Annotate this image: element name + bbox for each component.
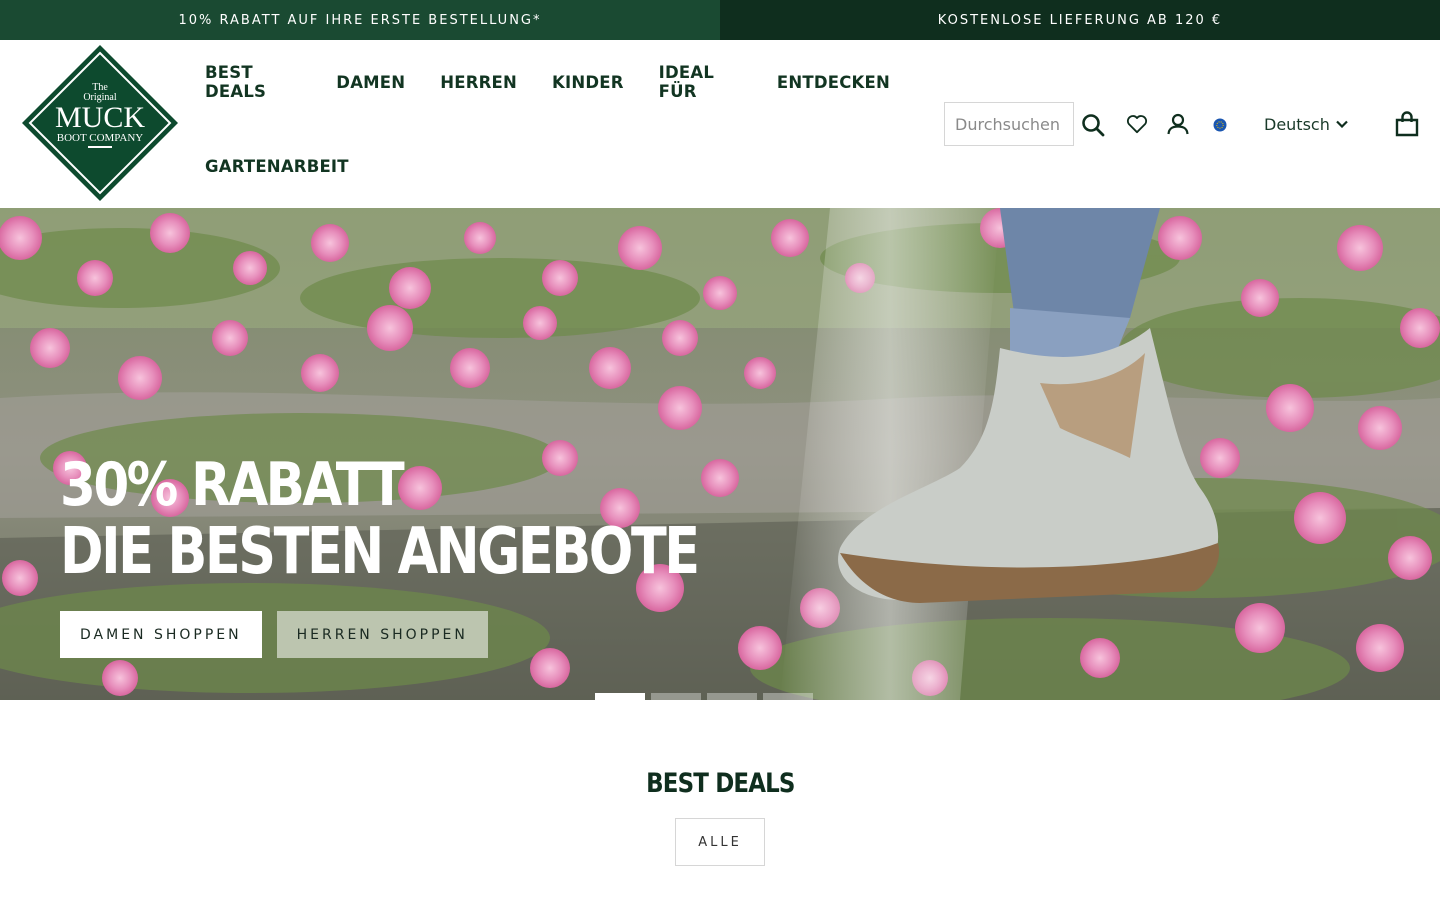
slider-dot-1[interactable]: [595, 693, 645, 700]
slider-dot-3[interactable]: [707, 693, 757, 700]
slider-dots: [595, 693, 819, 700]
hero-headline-line1: 30% RABATT: [60, 450, 405, 520]
header-tools: Deutsch: [944, 102, 1419, 146]
announcement-shipping[interactable]: KOSTENLOSE LIEFERUNG AB 120 €: [720, 0, 1440, 40]
nav-ideal-fuer[interactable]: IDEAL FÜR: [659, 63, 742, 101]
nav-kinder[interactable]: KINDER: [552, 73, 624, 92]
announcement-discount[interactable]: 10% RABATT AUF IHRE ERSTE BESTELLUNG*: [0, 0, 720, 40]
main-nav-row-1: BEST DEALS DAMEN HERREN KINDER IDEAL FÜR…: [205, 40, 925, 124]
logo-text-muck: MUCK: [55, 101, 145, 134]
announcement-bar: 10% RABATT AUF IHRE ERSTE BESTELLUNG* KO…: [0, 0, 1440, 40]
nav-damen[interactable]: DAMEN: [336, 73, 405, 92]
best-deals-title: BEST DEALS: [0, 768, 1440, 799]
main-nav: BEST DEALS DAMEN HERREN KINDER IDEAL FÜR…: [205, 40, 925, 208]
nav-gartenarbeit[interactable]: GARTENARBEIT: [205, 157, 349, 176]
hero-buttons: DAMEN SHOPPEN HERREN SHOPPEN: [60, 611, 503, 658]
slider-dot-2[interactable]: [651, 693, 701, 700]
search-icon[interactable]: [1080, 112, 1106, 138]
nav-entdecken[interactable]: ENTDECKEN: [777, 73, 890, 92]
heart-icon[interactable]: [1125, 113, 1149, 135]
language-selector[interactable]: Deutsch: [1264, 102, 1348, 146]
hero-headline: 30% RABATT DIE BESTEN ANGEBOTE: [60, 452, 838, 586]
shop-men-button[interactable]: HERREN SHOPPEN: [276, 611, 488, 658]
cart-icon[interactable]: [1394, 110, 1420, 138]
logo-text-boot-company: BOOT COMPANY: [57, 132, 144, 144]
filter-all-button[interactable]: ALLE: [675, 818, 765, 866]
slider-dot-4[interactable]: [763, 693, 813, 700]
nav-best-deals[interactable]: BEST DEALS: [205, 63, 301, 101]
shop-women-button[interactable]: DAMEN SHOPPEN: [60, 611, 262, 658]
site-header: The Original MUCK BOOT COMPANY BEST DEAL…: [0, 40, 1440, 208]
nav-herren[interactable]: HERREN: [440, 73, 517, 92]
search-input[interactable]: [944, 102, 1074, 146]
logo-emblem: The Original MUCK BOOT COMPANY: [22, 45, 178, 201]
brand-logo[interactable]: The Original MUCK BOOT COMPANY: [20, 43, 180, 203]
main-nav-row-2: GARTENARBEIT: [205, 124, 925, 208]
globe-icon[interactable]: [1212, 117, 1228, 133]
language-label: Deutsch: [1264, 114, 1330, 134]
best-deals-title-text: BEST DEALS: [645, 768, 795, 799]
chevron-down-icon: [1336, 120, 1348, 128]
account-icon[interactable]: [1166, 112, 1190, 136]
hero-headline-line2: DIE BESTEN ANGEBOTE: [60, 515, 700, 589]
